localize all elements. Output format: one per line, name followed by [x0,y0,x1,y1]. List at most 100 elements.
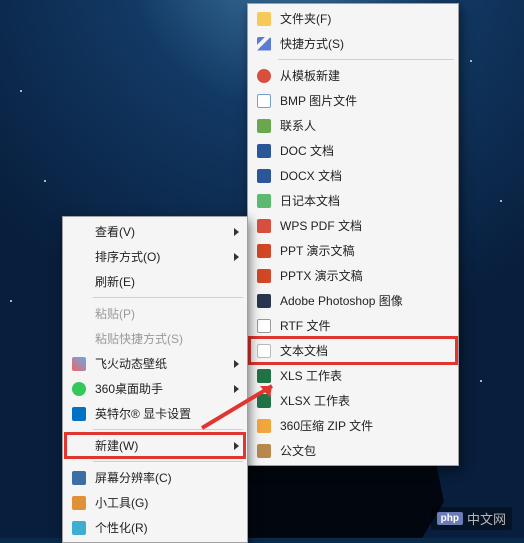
submenu-item-pdf[interactable]: WPS PDF 文档 [250,213,456,238]
submenu-arrow-icon [234,360,239,368]
paste-shortcut-icon [69,331,89,347]
submenu-item-xls[interactable]: XLS 工作表 [250,363,456,388]
zip-icon [254,418,274,434]
submenu-item-psd[interactable]: Adobe Photoshop 图像 [250,288,456,313]
shortcut-icon [254,36,274,52]
submenu-item-ppt[interactable]: PPT 演示文稿 [250,238,456,263]
submenu-item-label: 文件夹(F) [280,10,450,27]
submenu-item-label: 从模板新建 [280,67,450,84]
menu-item-resolution[interactable]: 屏幕分辨率(C) [65,465,245,490]
submenu-arrow-icon [234,442,239,450]
menu-item-label: 屏幕分辨率(C) [95,469,239,486]
menu-item-paste-shortcut: 粘贴快捷方式(S) [65,326,245,351]
xls-icon [254,368,274,384]
refresh-icon [69,274,89,290]
menu-item-view[interactable]: 查看(V) [65,219,245,244]
submenu-item-folder[interactable]: 文件夹(F) [250,6,456,31]
submenu-item-label: DOC 文档 [280,142,450,159]
template-icon [254,68,274,84]
contact-icon [254,118,274,134]
submenu-item-docx[interactable]: DOCX 文档 [250,163,456,188]
menu-item-refresh[interactable]: 刷新(E) [65,269,245,294]
watermark: php 中文网 [431,507,512,530]
txt-icon [254,343,274,359]
submenu-item-zip[interactable]: 360压缩 ZIP 文件 [250,413,456,438]
personalize-icon [69,520,89,536]
folder-icon [254,11,274,27]
menu-item-sort[interactable]: 排序方式(O) [65,244,245,269]
desktop-context-menu: 查看(V) 排序方式(O) 刷新(E) 粘贴(P) 粘贴快捷方式(S) 飞火动态壁纸 360… [62,216,248,543]
submenu-item-doc[interactable]: DOC 文档 [250,138,456,163]
submenu-item-rtf[interactable]: RTF 文件 [250,313,456,338]
context-submenu-new: 文件夹(F) 快捷方式(S) 从模板新建 BMP 图片文件联系人 DOC 文档 DOCX … [247,3,459,466]
menu-item-label: 个性化(R) [95,519,239,536]
menu-item-label: 查看(V) [95,223,224,240]
watermark-text: 中文网 [467,509,506,528]
submenu-item-diary[interactable]: 日记本文档 [250,188,456,213]
diary-icon [254,193,274,209]
submenu-item-label: PPTX 演示文稿 [280,267,450,284]
submenu-item-label: 日记本文档 [280,192,450,209]
intel-icon [69,406,89,422]
bmp-icon [254,93,274,109]
submenu-item-label: PPT 演示文稿 [280,242,450,259]
menu-item-label: 粘贴快捷方式(S) [95,330,239,347]
rtf-icon [254,318,274,334]
menu-item-intel[interactable]: 英特尔® 显卡设置 [65,401,245,426]
submenu-item-label: RTF 文件 [280,317,450,334]
menu-item-paste: 粘贴(P) [65,301,245,326]
new-icon [69,438,89,454]
submenu-item-briefcase[interactable]: 公文包 [250,438,456,463]
submenu-item-txt[interactable]: 文本文档 [250,338,456,363]
submenu-arrow-icon [234,385,239,393]
pptx-icon [254,268,274,284]
submenu-item-label: 快捷方式(S) [280,35,450,52]
menu-item-gadgets[interactable]: 小工具(G) [65,490,245,515]
wallpaper-icon [69,356,89,372]
gadget-icon [69,495,89,511]
menu-item-label: 飞火动态壁纸 [95,355,224,372]
paste-icon [69,306,89,322]
submenu-item-label: 文本文档 [280,342,450,359]
submenu-item-label: XLS 工作表 [280,367,450,384]
menu-item-label: 刷新(E) [95,273,239,290]
submenu-item-label: BMP 图片文件 [280,92,450,109]
menu-item-label: 英特尔® 显卡设置 [95,405,239,422]
menu-separator [93,297,243,298]
submenu-separator [278,59,454,60]
menu-item-label: 新建(W) [95,437,224,454]
menu-item-label: 小工具(G) [95,494,239,511]
submenu-item-contact[interactable]: 联系人 [250,113,456,138]
menu-item-wallpaper[interactable]: 飞火动态壁纸 [65,351,245,376]
sort-icon [69,249,89,265]
doc-icon [254,143,274,159]
submenu-item-shortcut[interactable]: 快捷方式(S) [250,31,456,56]
pdf-icon [254,218,274,234]
menu-separator [93,429,243,430]
submenu-item-template[interactable]: 从模板新建 [250,63,456,88]
briefcase-icon [254,443,274,459]
submenu-item-label: 360压缩 ZIP 文件 [280,417,450,434]
menu-item-desk360[interactable]: 360桌面助手 [65,376,245,401]
monitor-icon [69,470,89,486]
submenu-item-label: DOCX 文档 [280,167,450,184]
view-icon [69,224,89,240]
menu-item-label: 排序方式(O) [95,248,224,265]
xlsx-icon [254,393,274,409]
watermark-badge: php [437,512,463,525]
menu-item-personalize[interactable]: 个性化(R) [65,515,245,540]
menu-item-label: 360桌面助手 [95,380,224,397]
docx-icon [254,168,274,184]
submenu-item-label: XLSX 工作表 [280,392,450,409]
submenu-item-label: WPS PDF 文档 [280,217,450,234]
submenu-item-xlsx[interactable]: XLSX 工作表 [250,388,456,413]
submenu-arrow-icon [234,228,239,236]
360-icon [69,381,89,397]
submenu-item-label: 联系人 [280,117,450,134]
menu-separator [93,461,243,462]
menu-item-label: 粘贴(P) [95,305,239,322]
submenu-item-bmp[interactable]: BMP 图片文件 [250,88,456,113]
submenu-item-label: Adobe Photoshop 图像 [280,292,450,309]
submenu-item-pptx[interactable]: PPTX 演示文稿 [250,263,456,288]
menu-item-new[interactable]: 新建(W) [65,433,245,458]
